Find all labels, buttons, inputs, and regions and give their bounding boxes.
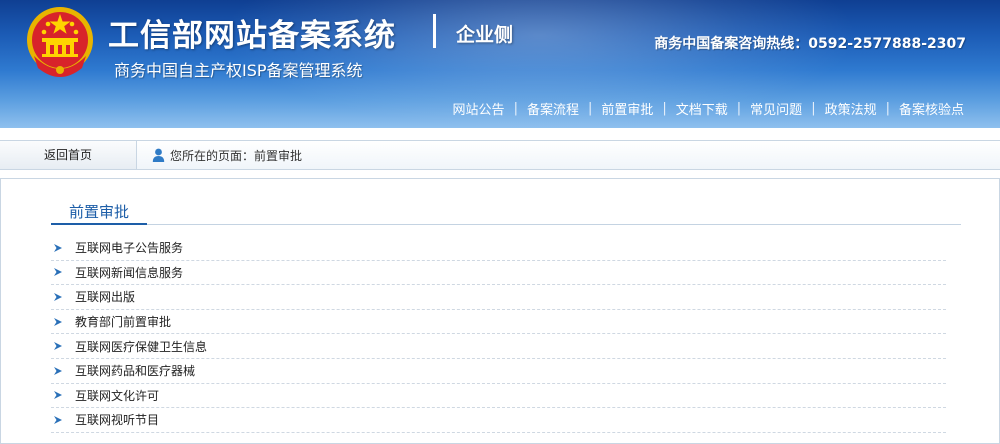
arrow-right-icon: [54, 268, 62, 277]
arrow-right-icon: [54, 415, 62, 424]
list-item[interactable]: 互联网医疗保健卫生信息: [51, 334, 946, 359]
list-item[interactable]: 互联网新闻信息服务: [51, 261, 946, 286]
list-item-label[interactable]: 互联网视听节目: [75, 411, 159, 428]
list-item[interactable]: 互联网电子公告服务: [51, 236, 946, 261]
list-item-label[interactable]: 互联网医疗保健卫生信息: [75, 338, 207, 355]
site-subtitle: 商务中国自主产权ISP备案管理系统: [114, 61, 363, 80]
list-item[interactable]: 互联网视听节目: [51, 408, 946, 433]
arrow-right-icon: [54, 292, 62, 301]
section-title: 前置审批: [51, 199, 148, 225]
nav-link-policies[interactable]: 政策法规: [825, 99, 877, 118]
list-item-label[interactable]: 教育部门前置审批: [75, 313, 171, 330]
list-item-label[interactable]: 互联网电子公告服务: [75, 239, 183, 256]
list-item[interactable]: 教育部门前置审批: [51, 310, 946, 335]
arrow-right-icon: [54, 366, 62, 375]
nav-separator: |: [662, 101, 667, 116]
nav-separator: |: [587, 101, 593, 116]
approval-list: 互联网电子公告服务 互联网新闻信息服务 互联网出版 教育部门前置审批 互联网医疗…: [51, 236, 946, 433]
site-header: 工信部网站备案系统 企业侧 商务中国自主产权ISP备案管理系统 商务中国备案咨询…: [0, 0, 1000, 128]
back-home-button[interactable]: 返回首页: [0, 141, 137, 169]
arrow-right-icon: [54, 317, 62, 326]
nav-separator: |: [811, 101, 816, 116]
nav-separator: |: [513, 101, 518, 116]
list-item[interactable]: 互联网文化许可: [51, 384, 946, 409]
nav-link-pre-approval[interactable]: 前置审批: [601, 99, 653, 118]
nav-link-downloads[interactable]: 文档下载: [676, 99, 728, 118]
list-item-label[interactable]: 互联网文化许可: [75, 387, 159, 404]
nav-link-announcements[interactable]: 网站公告: [453, 99, 505, 118]
list-item-label[interactable]: 互联网出版: [75, 288, 135, 305]
breadcrumb-bar: 返回首页 您所在的页面：前置审批: [0, 140, 1000, 170]
section-divider: [51, 224, 961, 225]
site-title: 工信部网站备案系统: [108, 18, 396, 54]
national-emblem-icon: [27, 7, 93, 77]
arrow-right-icon: [54, 391, 62, 400]
hotline-text: 商务中国备案咨询热线：0592-2577888-2307: [654, 36, 966, 52]
title-side-label: 企业侧: [456, 24, 514, 46]
user-icon: [152, 148, 165, 162]
nav-link-verification-points[interactable]: 备案核验点: [899, 99, 964, 118]
list-item[interactable]: 互联网出版: [51, 285, 946, 310]
title-divider: [433, 14, 436, 48]
breadcrumb-location: 您所在的页面：前置审批: [170, 148, 303, 163]
list-item[interactable]: 互联网药品和医疗器械: [51, 359, 946, 384]
list-item-label[interactable]: 互联网新闻信息服务: [75, 264, 183, 281]
nav-link-process[interactable]: 备案流程: [527, 99, 579, 118]
list-item-label[interactable]: 互联网药品和医疗器械: [75, 362, 195, 379]
nav-separator: |: [736, 101, 742, 116]
nav-link-faq[interactable]: 常见问题: [750, 99, 802, 118]
top-nav: 网站公告 | 备案流程 | 前置审批 | 文档下载 | 常见问题 | 政策法规 …: [453, 99, 964, 118]
arrow-right-icon: [54, 243, 62, 252]
main-panel: 前置审批 互联网电子公告服务 互联网新闻信息服务 互联网出版 教育部门前置审批 …: [0, 178, 1000, 444]
nav-separator: |: [885, 101, 890, 116]
breadcrumb: 您所在的页面：前置审批: [152, 141, 302, 169]
arrow-right-icon: [54, 342, 62, 351]
